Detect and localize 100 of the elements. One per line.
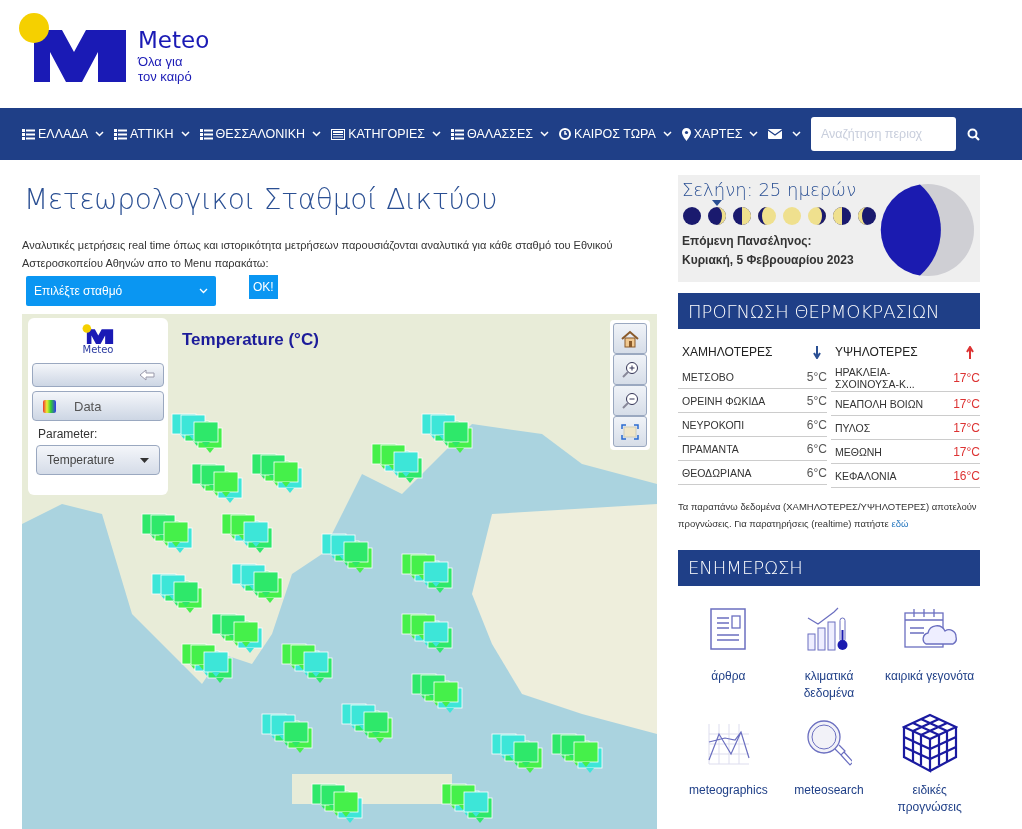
- arrow-up-icon: [966, 345, 974, 359]
- logo-icon: [81, 324, 115, 344]
- place-name: ΚΕΦΑΛΟΝΙΑ: [835, 469, 897, 482]
- station-marker-cluster[interactable]: [311, 783, 363, 823]
- updates-link[interactable]: ειδικές προγνώσεις: [880, 781, 979, 816]
- frame-icon: [621, 423, 639, 440]
- station-marker-cluster[interactable]: [421, 413, 473, 453]
- station-marker-cluster[interactable]: [211, 613, 263, 653]
- updates-link[interactable]: meteographics: [688, 781, 768, 799]
- station-marker-cluster[interactable]: [551, 733, 603, 773]
- place-name: ΜΕΘΩΝΗ: [835, 445, 882, 458]
- caret-icon: [140, 457, 149, 463]
- next-full-moon-label: Επόμενη Πανσέληνος:: [682, 233, 813, 250]
- station-marker-cluster[interactable]: [401, 553, 453, 593]
- back-button[interactable]: [32, 363, 164, 387]
- chevron-down-icon: [95, 131, 105, 137]
- chevron-down-icon: [792, 131, 802, 137]
- temperature-value: 17°C: [953, 371, 980, 385]
- station-marker-cluster[interactable]: [251, 453, 303, 493]
- here-link[interactable]: εδώ: [891, 518, 909, 529]
- newspaper-icon: [331, 128, 346, 140]
- chevron-down-icon: [540, 131, 550, 137]
- nav-menu-item[interactable]: ΘΑΛΑΣΣΕΣ: [449, 127, 552, 141]
- station-marker-cluster[interactable]: [401, 613, 453, 653]
- moon-age: Σελήνη: 25 ημερών: [682, 179, 858, 200]
- updates-link[interactable]: άρθρα: [711, 667, 746, 685]
- station-marker-cluster[interactable]: [171, 413, 223, 453]
- station-marker-cluster[interactable]: [261, 713, 313, 753]
- house-icon: [621, 329, 639, 348]
- zoom-out-button[interactable]: [613, 385, 647, 416]
- station-marker-cluster[interactable]: [321, 533, 373, 573]
- clock-icon: [559, 128, 572, 140]
- place-name: ΗΡΑΚΛΕΙΑ-ΣΧΟΙΝΟΥΣΑ-Κ...: [835, 366, 916, 390]
- parameter-select[interactable]: Temperature: [36, 445, 160, 475]
- zoom-in-button[interactable]: [613, 354, 647, 385]
- station-marker-cluster[interactable]: [191, 463, 243, 503]
- place-name: ΠΡΑΜΑΝΤΑ: [682, 442, 739, 455]
- updates-link[interactable]: καιρικά γεγονότα: [885, 667, 975, 685]
- place-name: ΜΕΤΣΟΒΟ: [682, 370, 734, 383]
- page-title: Μετεωρολογικοι Σταθμοί Δικτύου: [24, 183, 499, 216]
- station-marker-cluster[interactable]: [491, 733, 543, 773]
- logo-text: Meteo: [82, 344, 114, 355]
- nav-menu-item[interactable]: ΧΑΡΤΕΣ: [679, 127, 761, 141]
- place-name: ΝΕΥΡΟΚΟΠΙ: [682, 418, 745, 431]
- search-icon: [806, 718, 852, 767]
- section-header: ΠΡΟΓΝΩΣΗ ΘΕΡΜΟΚΡΑΣΙΩΝ: [678, 293, 980, 329]
- place-name: ΟΡΕΙΝΗ ΦΩΚΙΔΑ: [682, 394, 766, 407]
- nav-menu-item[interactable]: ΚΑΤΗΓΟΡΙΕΣ: [329, 127, 444, 141]
- color-swatch-icon: [43, 399, 56, 413]
- parameter-label: Parameter:: [38, 427, 98, 441]
- nav-menu-item[interactable]: ΕΛΛΑΔΑ: [20, 127, 107, 141]
- logo-icon[interactable]: [18, 12, 128, 82]
- cube-icon: [901, 712, 958, 773]
- zoom-out-icon: [621, 391, 639, 410]
- temperature-value: 5°C: [806, 393, 827, 408]
- place-name: ΝΕΑΠΟΛΗ ΒΟΙΩΝ: [835, 397, 924, 410]
- next-full-moon-date: Κυριακή, 5 Φεβρουαρίου 2023: [682, 252, 855, 269]
- station-marker-cluster[interactable]: [441, 783, 493, 823]
- home-button[interactable]: [613, 323, 647, 354]
- station-marker-cluster[interactable]: [151, 573, 203, 613]
- section-header: ΕΝΗΜΕΡΩΣΗ: [678, 549, 980, 586]
- list-icon: [451, 128, 465, 140]
- updates-link[interactable]: κλιματικά δεδομένα: [780, 667, 878, 702]
- station-marker-cluster[interactable]: [141, 513, 193, 553]
- nav-menu-item[interactable]: ΑΤΤΙΚΗ: [112, 127, 192, 141]
- map-pin-icon: [681, 127, 691, 141]
- arrow-left-icon: [139, 369, 155, 381]
- chevron-down-icon: [312, 131, 322, 137]
- nav-menu-item[interactable]: ΚΑΙΡΟΣ ΤΩΡΑ: [557, 127, 674, 141]
- station-marker-cluster[interactable]: [411, 673, 463, 713]
- updates-link[interactable]: meteosearch: [794, 781, 864, 799]
- arrow-down-icon: [813, 345, 821, 359]
- station-marker-cluster[interactable]: [371, 443, 423, 483]
- station-marker-cluster[interactable]: [341, 703, 393, 743]
- chevron-down-icon: [180, 131, 190, 137]
- temperature-value: 6°C: [806, 417, 827, 432]
- nav-menu-item[interactable]: [766, 129, 804, 139]
- search-icon: [966, 127, 980, 141]
- chevron-down-icon: [432, 131, 442, 137]
- column-header: ΥΨΗΛΟΤΕΡΕΣ: [835, 345, 918, 359]
- list-icon: [199, 128, 213, 140]
- tagline: τον καιρό: [138, 69, 193, 84]
- map-title: Temperature (°C): [182, 330, 319, 350]
- station-marker-cluster[interactable]: [221, 513, 273, 553]
- zoom-in-icon: [621, 360, 639, 379]
- envelope-icon: [768, 129, 783, 139]
- temperature-value: 17°C: [953, 444, 980, 459]
- temperature-value: 17°C: [953, 396, 980, 411]
- nav-menu-item[interactable]: ΘΕΣΣΑΛΟΝΙΚΗ: [197, 127, 324, 141]
- full-extent-button[interactable]: [613, 416, 647, 447]
- temperature-value: 6°C: [806, 465, 827, 480]
- temperature-value: 17°C: [953, 420, 980, 435]
- station-marker-cluster[interactable]: [231, 563, 283, 603]
- chevron-down-icon: [662, 131, 672, 137]
- data-button[interactable]: Data: [32, 391, 164, 421]
- column-header: ΧΑΜΗΛΟΤΕΡΕΣ: [682, 345, 773, 359]
- station-marker-cluster[interactable]: [181, 643, 233, 683]
- chevron-down-icon: [749, 131, 759, 137]
- forecast-note: Τα παραπάνω δεδομένα (ΧΑΜΗΛΟΤΕΡΕΣ/ΥΨΗΛΟΤΕΡΕΣ) αποτελούν προγνώσεις. Για παρατηρήσεις (realtime) πατήστε εδώ: [678, 500, 978, 531]
- station-marker-cluster[interactable]: [281, 643, 333, 683]
